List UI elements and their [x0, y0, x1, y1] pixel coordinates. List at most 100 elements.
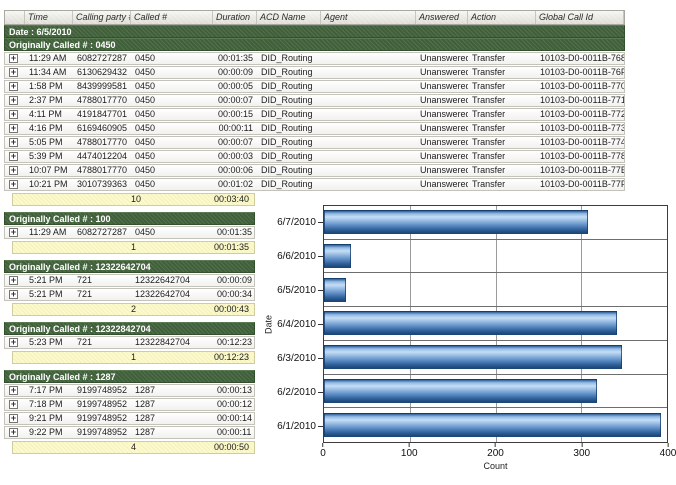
x-tick-label: 100: [401, 443, 418, 459]
expand-icon[interactable]: +: [9, 180, 18, 189]
cell-agent: [321, 67, 416, 78]
expand-icon[interactable]: +: [9, 290, 18, 299]
chart-bar: [324, 379, 597, 403]
cell-calling: 9199748952: [73, 413, 131, 424]
cell-called: 12322642704: [131, 289, 213, 300]
table-row: +5:39 PM4474012204045000:00:03DID_Routin…: [4, 150, 625, 163]
expand-icon[interactable]: +: [9, 68, 18, 77]
expand-icon[interactable]: +: [9, 138, 18, 147]
x-tick-label: 300: [573, 443, 590, 459]
cell-calling: 6169460905: [73, 123, 131, 134]
expand-icon[interactable]: +: [9, 428, 18, 437]
summary-duration: 00:00:43: [214, 304, 249, 315]
cell-duration: 00:00:05: [213, 81, 257, 92]
cell-action: Transfer: [468, 95, 536, 106]
expand-icon[interactable]: +: [9, 82, 18, 91]
cell-calling: 4788017770: [73, 95, 131, 106]
summary-duration: 00:01:35: [214, 242, 249, 253]
expand-cell: +: [5, 151, 25, 162]
chart-band: [324, 341, 667, 375]
cell-time: 11:29 AM: [25, 53, 73, 64]
expand-icon[interactable]: +: [9, 276, 18, 285]
cell-called: 0450: [131, 81, 213, 92]
cell-time: 11:29 AM: [25, 227, 73, 238]
y-tick-label: 6/7/2010: [275, 205, 323, 239]
expand-icon[interactable]: +: [9, 152, 18, 161]
cell-time: 4:16 PM: [25, 123, 73, 134]
expand-cell: +: [5, 109, 25, 120]
cell-action: Transfer: [468, 165, 536, 176]
summary-count: 10: [131, 194, 141, 205]
x-tick-label: 200: [487, 443, 504, 459]
cell-action: Transfer: [468, 123, 536, 134]
cell-global_id: 10103-D0-0011B-771: [536, 95, 624, 106]
chart-band: [324, 408, 667, 442]
y-tick-label: 6/2/2010: [275, 375, 323, 409]
cell-global_id: 10103-D0-0011B-778: [536, 151, 624, 162]
expand-icon[interactable]: +: [9, 400, 18, 409]
x-tick-label: 0: [320, 443, 326, 459]
cell-duration: 00:01:35: [213, 227, 254, 238]
expand-icon[interactable]: +: [9, 228, 18, 237]
group-section: Originally Called # : 1287+7:17 PM919974…: [4, 370, 255, 454]
table-row: +9:22 PM9199748952128700:00:11: [4, 426, 255, 439]
expand-icon[interactable]: +: [9, 96, 18, 105]
cell-time: 5:23 PM: [25, 337, 73, 348]
cell-calling: 4474012204: [73, 151, 131, 162]
cell-action: Transfer: [468, 179, 536, 190]
chart-band: [324, 206, 667, 240]
chart-band: [324, 273, 667, 307]
cell-duration: 00:00:13: [213, 385, 254, 396]
cell-duration: 00:00:09: [213, 275, 254, 286]
chart-band: [324, 240, 667, 274]
group-summary-row: 200:00:43: [12, 303, 255, 316]
cell-global_id: 10103-D0-0011B-768: [536, 53, 624, 64]
cell-agent: [321, 137, 416, 148]
cell-answered: Unanswered: [416, 123, 468, 134]
expand-icon[interactable]: +: [9, 54, 18, 63]
cell-answered: Unanswered: [416, 67, 468, 78]
chart-band: [324, 307, 667, 341]
cell-action: Transfer: [468, 109, 536, 120]
table-row: +11:29 AM6082727287045000:01:35: [4, 226, 255, 239]
chart-bar: [324, 278, 346, 302]
y-tick-label: 6/4/2010: [275, 307, 323, 341]
table-row: +2:37 PM4788017770045000:00:07DID_Routin…: [4, 94, 625, 107]
y-tick-label: 6/1/2010: [275, 409, 323, 443]
column-header-expand: [5, 11, 25, 24]
cell-action: Transfer: [468, 137, 536, 148]
cell-duration: 00:00:11: [213, 427, 254, 438]
chart-plot-area: [323, 205, 668, 443]
column-header-duration: Duration: [213, 11, 257, 24]
cell-answered: Unanswered: [416, 95, 468, 106]
column-header-agent: Agent: [321, 11, 416, 24]
cell-called: 1287: [131, 399, 213, 410]
expand-cell: +: [5, 53, 25, 64]
expand-icon[interactable]: +: [9, 166, 18, 175]
expand-icon[interactable]: +: [9, 386, 18, 395]
expand-cell: +: [5, 399, 25, 410]
cell-called: 0450: [131, 53, 213, 64]
expand-cell: +: [5, 427, 25, 438]
cell-calling: 9199748952: [73, 385, 131, 396]
chart-bar: [324, 210, 588, 234]
group-header-bar: Originally Called # : 12322842704: [4, 322, 255, 335]
table-row: +7:17 PM9199748952128700:00:13: [4, 384, 255, 397]
table-row: +5:21 PM7211232264270400:00:09: [4, 274, 255, 287]
expand-icon[interactable]: +: [9, 414, 18, 423]
cell-agent: [321, 53, 416, 64]
summary-count: 1: [131, 242, 136, 253]
cell-calling: 721: [73, 275, 131, 286]
expand-icon[interactable]: +: [9, 338, 18, 347]
cell-called: 0450: [131, 67, 213, 78]
cell-time: 10:21 PM: [25, 179, 73, 190]
cell-called: 0450: [131, 123, 213, 134]
cell-calling: 721: [73, 337, 131, 348]
cell-agent: [321, 95, 416, 106]
expand-icon[interactable]: +: [9, 124, 18, 133]
cell-calling: 9199748952: [73, 427, 131, 438]
cell-time: 4:11 PM: [25, 109, 73, 120]
cell-answered: Unanswered: [416, 165, 468, 176]
expand-cell: +: [5, 275, 25, 286]
expand-icon[interactable]: +: [9, 110, 18, 119]
